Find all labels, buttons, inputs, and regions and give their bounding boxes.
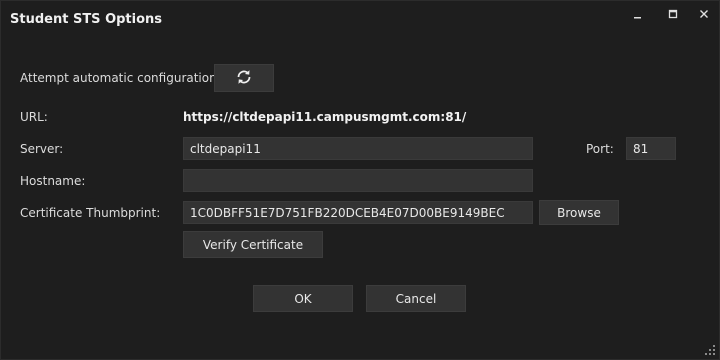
refresh-icon <box>235 68 253 89</box>
server-label: Server: <box>20 142 64 156</box>
server-input[interactable] <box>183 137 533 160</box>
maximize-icon <box>668 9 678 19</box>
port-input[interactable] <box>626 137 676 160</box>
hostname-input[interactable] <box>183 169 533 192</box>
thumbprint-input[interactable] <box>183 201 533 224</box>
dialog-window: Student STS Options Attempt automatic co… <box>0 0 720 360</box>
title-bar[interactable]: Student STS Options <box>1 1 719 39</box>
browse-button[interactable]: Browse <box>539 200 619 225</box>
port-label: Port: <box>586 142 614 156</box>
resize-grip-icon[interactable] <box>704 344 716 356</box>
close-button[interactable] <box>689 5 719 23</box>
thumbprint-label: Certificate Thumbprint: <box>20 206 161 220</box>
cancel-button[interactable]: Cancel <box>366 285 466 312</box>
close-icon <box>699 9 709 19</box>
hostname-label: Hostname: <box>20 174 86 188</box>
window-title: Student STS Options <box>10 12 163 27</box>
minimize-icon <box>633 9 643 19</box>
auto-config-button[interactable] <box>214 64 274 92</box>
verify-certificate-button[interactable]: Verify Certificate <box>183 231 323 258</box>
ok-button[interactable]: OK <box>253 285 353 312</box>
maximize-button[interactable] <box>658 5 688 23</box>
minimize-button[interactable] <box>623 5 653 23</box>
auto-config-label: Attempt automatic configuration: <box>20 71 221 85</box>
url-label: URL: <box>20 110 48 124</box>
url-value: https://cltdepapi11.campusmgmt.com:81/ <box>183 110 467 124</box>
